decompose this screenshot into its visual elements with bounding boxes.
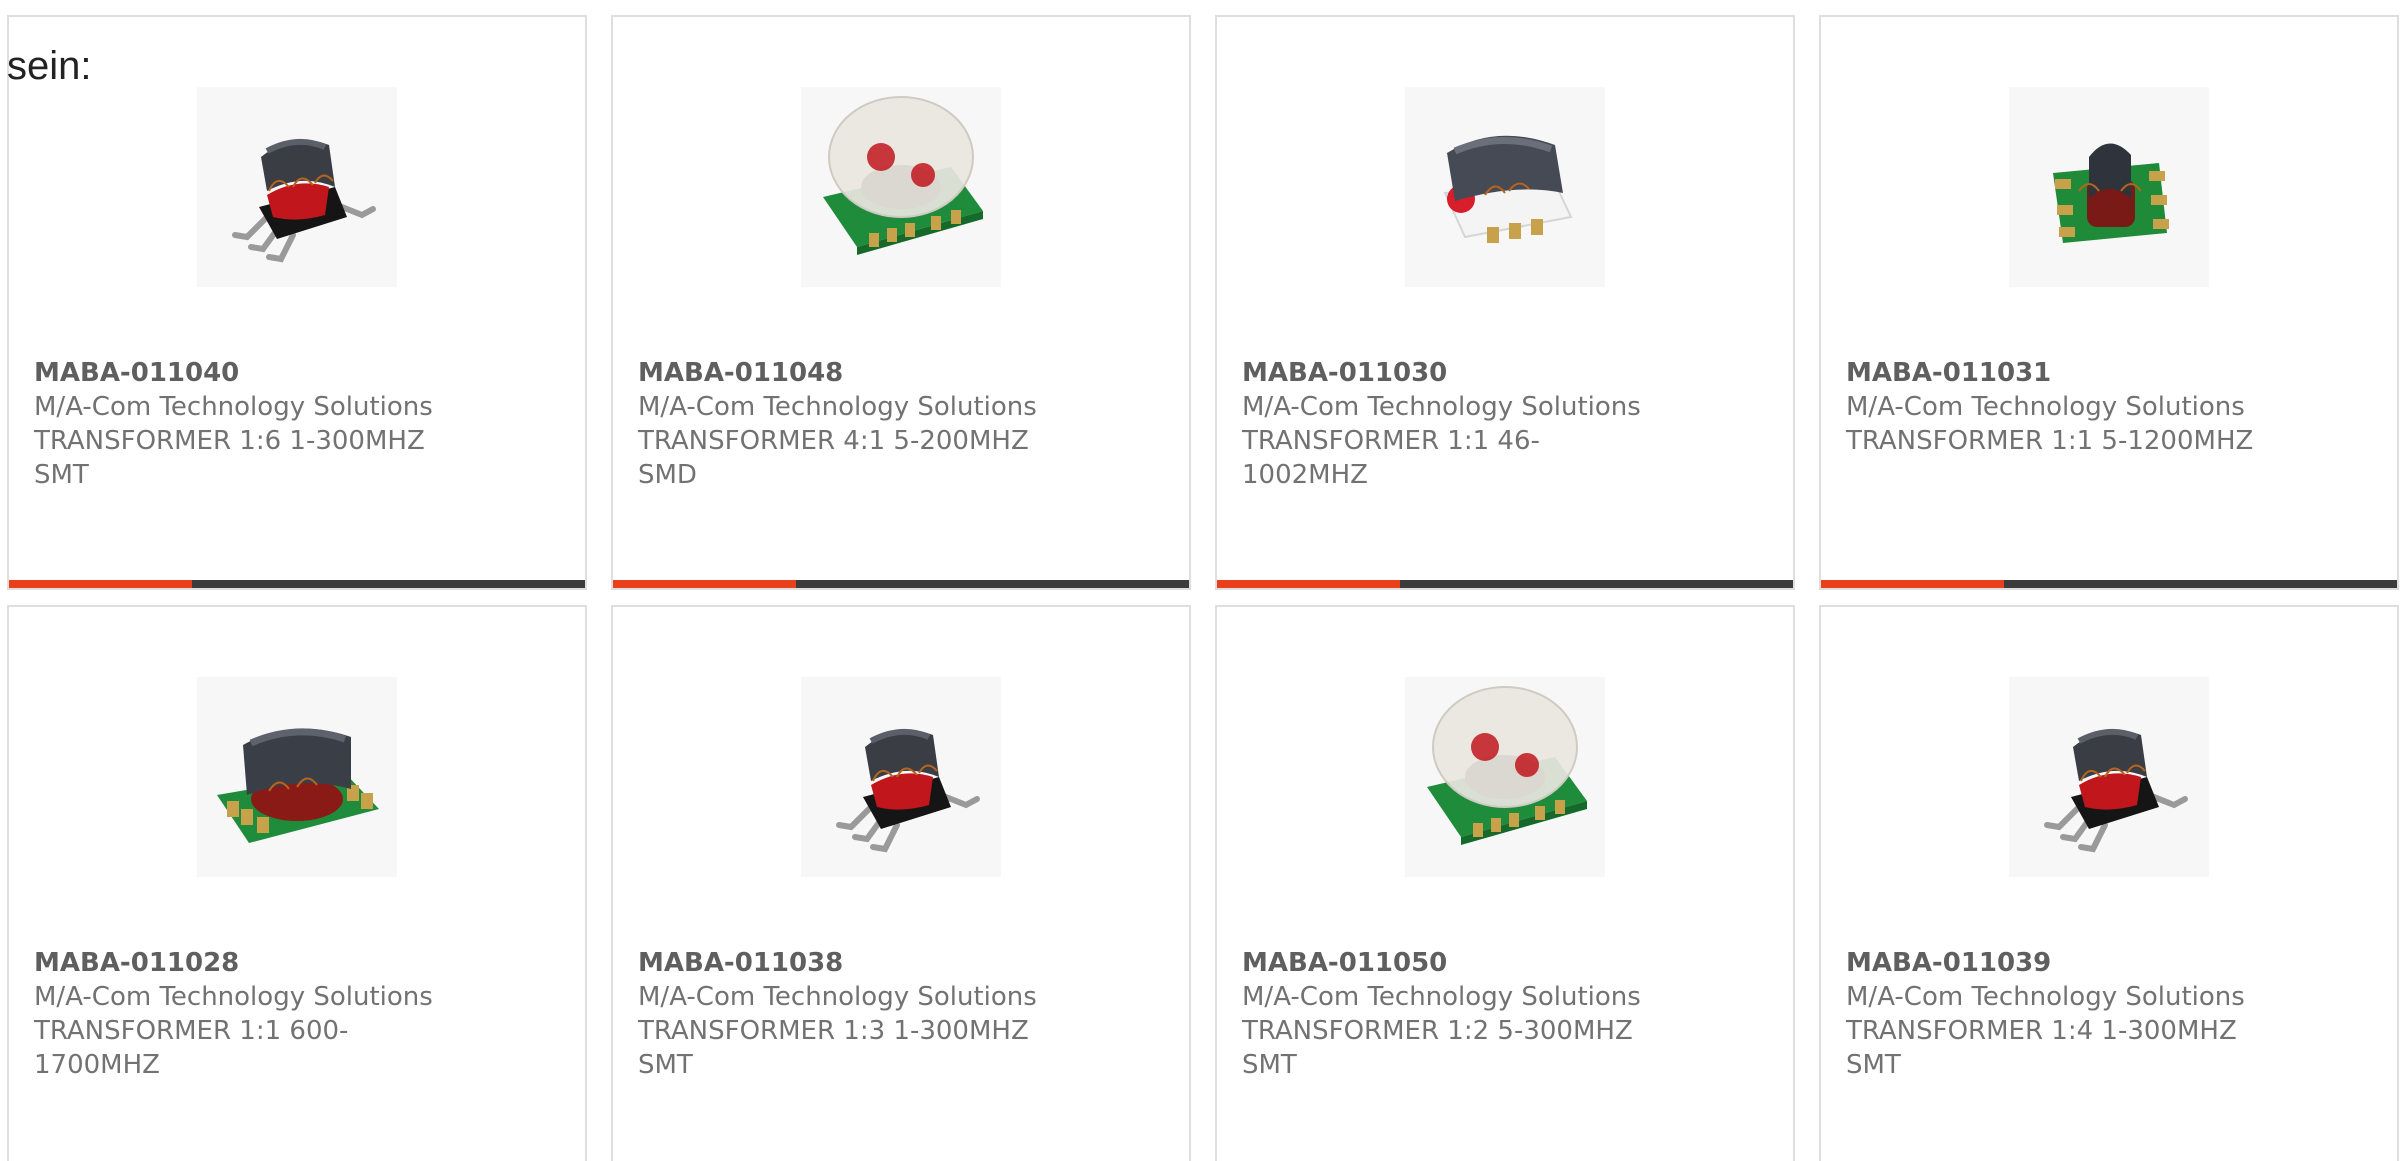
transformer-photo-icon (2009, 87, 2209, 287)
part-number-link[interactable]: MABA-011040 (34, 356, 454, 390)
product-card[interactable]: MABA-011031 M/A-Com Technology Solutions… (1819, 15, 2399, 590)
product-info: MABA-011040 M/A-Com Technology Solutions… (34, 356, 454, 492)
description-line: TRANSFORMER 1:1 5-1200MHZ (1846, 426, 2254, 456)
prefix-text: sein: (7, 44, 92, 88)
product-card[interactable]: MABA-011028 M/A-Com Technology Solutions… (7, 605, 587, 1161)
product-image[interactable] (197, 87, 397, 287)
product-image[interactable] (2009, 87, 2209, 287)
transformer-photo-icon (197, 87, 397, 287)
product-info: MABA-011039 M/A-Com Technology Solutions… (1846, 946, 2266, 1082)
description-line: SMT (34, 460, 89, 490)
description-line: SMT (638, 1050, 693, 1080)
card-accent-stripe (9, 580, 192, 588)
card-accent-stripe (1821, 580, 2004, 588)
product-info: MABA-011038 M/A-Com Technology Solutions… (638, 946, 1058, 1082)
manufacturer: M/A-Com Technology Solutions (638, 982, 1037, 1012)
product-info: MABA-011030 M/A-Com Technology Solutions… (1242, 356, 1662, 492)
description-line: SMT (1242, 1050, 1297, 1080)
transformer-photo-icon (197, 677, 397, 877)
description-line: 1700MHZ (34, 1050, 160, 1080)
part-number-link[interactable]: MABA-011038 (638, 946, 1058, 980)
product-card[interactable]: MABA-011050 M/A-Com Technology Solutions… (1215, 605, 1795, 1161)
product-image[interactable] (1405, 87, 1605, 287)
description-line: SMT (1846, 1050, 1901, 1080)
part-number-link[interactable]: MABA-011050 (1242, 946, 1662, 980)
card-bottom-bar (1821, 580, 2397, 588)
transformer-photo-icon (801, 87, 1001, 287)
manufacturer: M/A-Com Technology Solutions (638, 392, 1037, 422)
part-number-link[interactable]: MABA-011028 (34, 946, 454, 980)
product-image[interactable] (197, 677, 397, 877)
description-line: TRANSFORMER 1:1 46-1002MHZ (1242, 426, 1540, 490)
part-number-link[interactable]: MABA-011048 (638, 356, 1058, 390)
description-line: TRANSFORMER 1:6 1-300MHZ (34, 426, 425, 456)
card-bottom-bar (613, 580, 1189, 588)
product-card[interactable]: MABA-011039 M/A-Com Technology Solutions… (1819, 605, 2399, 1161)
product-info: MABA-011050 M/A-Com Technology Solutions… (1242, 946, 1662, 1082)
manufacturer: M/A-Com Technology Solutions (1846, 982, 2245, 1012)
description-line: TRANSFORMER 1:3 1-300MHZ (638, 1016, 1029, 1046)
product-image[interactable] (1405, 677, 1605, 877)
product-card[interactable]: MABA-011048 M/A-Com Technology Solutions… (611, 15, 1191, 590)
product-grid: MABA-011040 M/A-Com Technology Solutions… (7, 15, 2399, 1161)
part-number-link[interactable]: MABA-011039 (1846, 946, 2266, 980)
manufacturer: M/A-Com Technology Solutions (1242, 982, 1641, 1012)
transformer-photo-icon (2009, 677, 2209, 877)
search-results-page: sein: MABA-011040 M/A-Com Technology Sol… (0, 0, 2400, 1161)
product-info: MABA-011031 M/A-Com Technology Solutions… (1846, 356, 2266, 458)
product-card[interactable]: MABA-011038 M/A-Com Technology Solutions… (611, 605, 1191, 1161)
product-image[interactable] (801, 677, 1001, 877)
manufacturer: M/A-Com Technology Solutions (1242, 392, 1641, 422)
product-info: MABA-011028 M/A-Com Technology Solutions… (34, 946, 454, 1082)
manufacturer: M/A-Com Technology Solutions (1846, 392, 2245, 422)
product-card[interactable]: MABA-011040 M/A-Com Technology Solutions… (7, 15, 587, 590)
product-image[interactable] (2009, 677, 2209, 877)
card-bottom-bar (1217, 580, 1793, 588)
transformer-photo-icon (1405, 87, 1605, 287)
transformer-photo-icon (801, 677, 1001, 877)
card-accent-stripe (1217, 580, 1400, 588)
description-line: TRANSFORMER 1:1 600- (34, 1016, 349, 1046)
product-info: MABA-011048 M/A-Com Technology Solutions… (638, 356, 1058, 492)
description-line: TRANSFORMER 1:4 1-300MHZ (1846, 1016, 2237, 1046)
description-line: SMD (638, 460, 697, 490)
product-card[interactable]: MABA-011030 M/A-Com Technology Solutions… (1215, 15, 1795, 590)
description-line: TRANSFORMER 1:2 5-300MHZ (1242, 1016, 1633, 1046)
manufacturer: M/A-Com Technology Solutions (34, 392, 433, 422)
card-bottom-bar (9, 580, 585, 588)
part-number-link[interactable]: MABA-011031 (1846, 356, 2266, 390)
description-line: TRANSFORMER 4:1 5-200MHZ (638, 426, 1029, 456)
transformer-photo-icon (1405, 677, 1605, 877)
part-number-link[interactable]: MABA-011030 (1242, 356, 1662, 390)
manufacturer: M/A-Com Technology Solutions (34, 982, 433, 1012)
card-accent-stripe (613, 580, 796, 588)
product-image[interactable] (801, 87, 1001, 287)
